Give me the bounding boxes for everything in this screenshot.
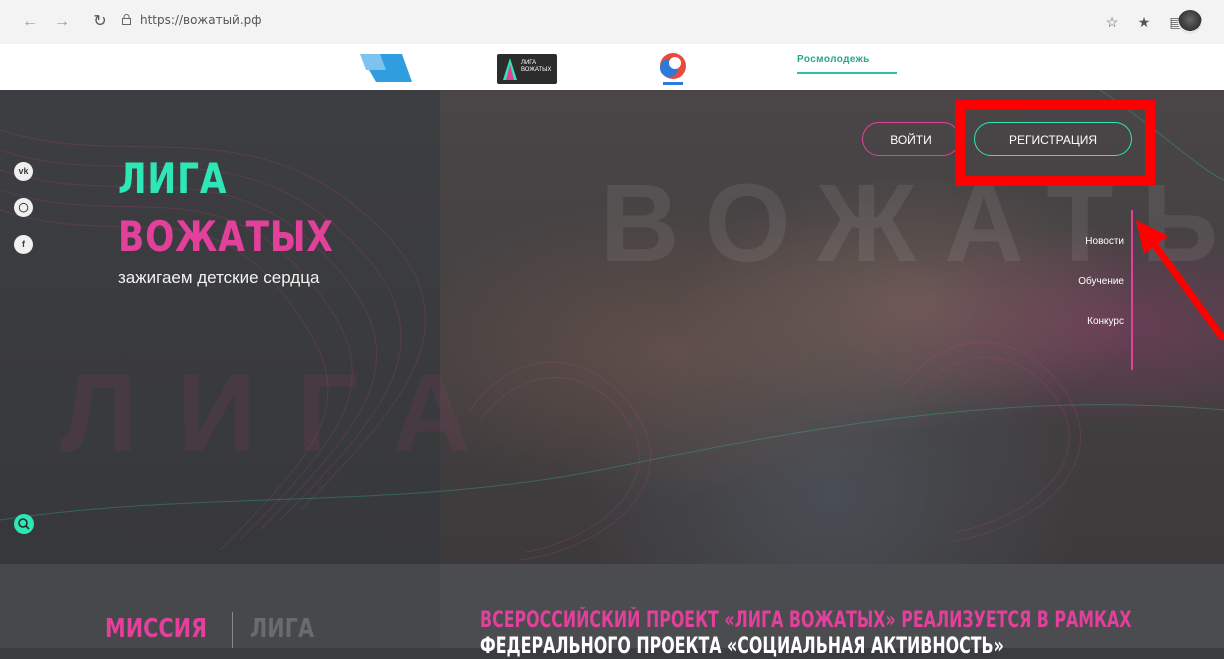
partner-logo-bar — [0, 44, 1224, 90]
menu-item-news[interactable]: Новости — [1085, 236, 1124, 247]
browser-toolbar: ← → ↻ https://вожатый.рф ☆ ★ ▤ — [0, 0, 1224, 45]
partner-logo-round[interactable] — [655, 50, 691, 88]
lock-icon — [122, 14, 131, 25]
refresh-icon[interactable]: ↻ — [90, 12, 110, 32]
mission-section: МИССИЯ ЛИГА ВСЕРОССИЙСКИЙ ПРОЕКТ «ЛИГА В… — [0, 564, 1224, 659]
logo2-text: ЛИГА ВОЖАТЫХ — [521, 60, 552, 73]
hero-tagline: зажигаем детские сердца — [118, 268, 320, 287]
rosmolodezh-underline — [797, 72, 897, 74]
menu-item-training[interactable]: Обучение — [1078, 276, 1124, 287]
liga-vozhatykh-logo[interactable]: ЛИГА ВОЖАТЫХ — [497, 54, 557, 84]
facebook-icon[interactable]: f — [14, 235, 33, 254]
hero-background-letters: ЛИГА — [60, 352, 512, 475]
favorites-star-icon[interactable]: ☆ — [1102, 12, 1122, 32]
forward-icon[interactable]: → — [52, 12, 72, 32]
address-bar[interactable]: https://вожатый.рф — [140, 13, 262, 27]
annotation-highlight-box — [955, 100, 1155, 186]
hero-section: ЛИГА ВОЖАТЫХ vk ◯ f ЛИГА ВОЖАТЫХ зажигае… — [0, 90, 1224, 564]
mission-divider — [232, 612, 233, 648]
menu-item-contest[interactable]: Конкурс — [1087, 316, 1124, 327]
search-button[interactable] — [14, 514, 34, 534]
liga-tab[interactable]: ЛИГА — [250, 614, 314, 644]
project-headline-line1: ВСЕРОССИЙСКИЙ ПРОЕКТ «ЛИГА ВОЖАТЫХ» РЕАЛ… — [480, 608, 1132, 633]
partner-logo-blue[interactable] — [360, 52, 412, 84]
mission-left-panel — [0, 564, 440, 648]
hero-title-line1: ЛИГА — [118, 154, 228, 203]
hero-title-line2: ВОЖАТЫХ — [118, 212, 334, 261]
back-icon[interactable]: ← — [20, 12, 40, 32]
login-button[interactable]: ВОЙТИ — [862, 122, 960, 156]
favorites-bar-icon[interactable]: ★ — [1134, 12, 1154, 32]
vk-icon[interactable]: vk — [14, 162, 33, 181]
rosmolodezh-logo[interactable]: Росмолодежь — [797, 54, 870, 65]
mission-title[interactable]: МИССИЯ — [105, 614, 207, 644]
profile-avatar[interactable] — [1178, 10, 1202, 34]
search-icon — [18, 518, 30, 530]
project-headline-line2: ФЕДЕРАЛЬНОГО ПРОЕКТА «СОЦИАЛЬНАЯ АКТИВНО… — [480, 634, 1004, 659]
annotation-arrow — [1136, 220, 1224, 340]
instagram-icon[interactable]: ◯ — [14, 198, 33, 217]
